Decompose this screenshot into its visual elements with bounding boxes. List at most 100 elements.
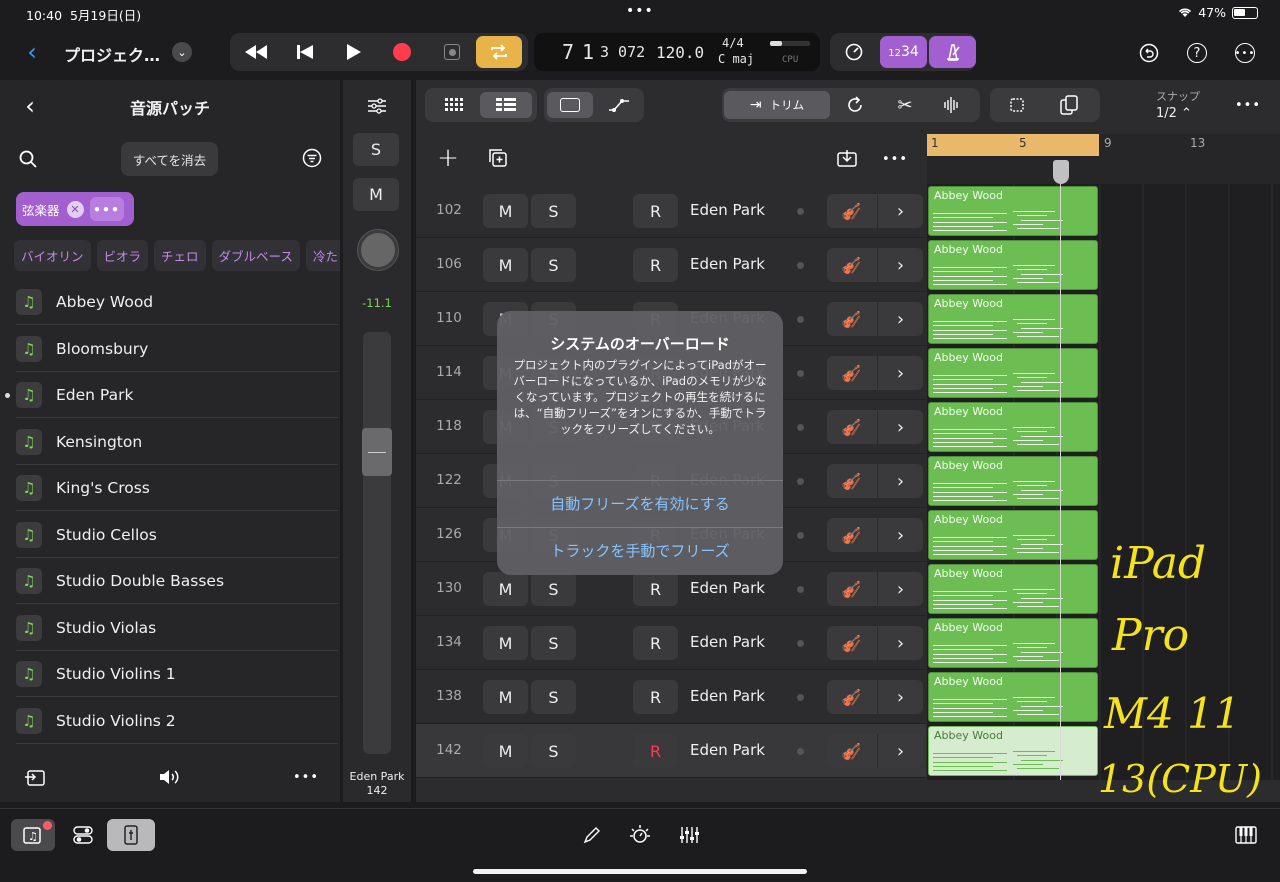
- midi-region[interactable]: Abbey Wood: [928, 456, 1098, 506]
- trim-tool-button[interactable]: ⇥ トリム: [724, 91, 830, 119]
- track-solo-button[interactable]: S: [531, 194, 576, 228]
- browser-more-icon[interactable]: •••: [292, 764, 320, 790]
- track-mute-button[interactable]: M: [483, 194, 528, 228]
- rewind-icon[interactable]: [240, 36, 272, 68]
- gauge-icon[interactable]: [838, 36, 870, 68]
- track-row[interactable]: 106 M S R Eden Park 🎻 ›: [416, 238, 926, 292]
- metronome-icon[interactable]: [929, 36, 976, 68]
- timeline-ruler[interactable]: 1 5 9 13: [927, 134, 1280, 184]
- track-detail-chevron-icon[interactable]: ›: [877, 194, 923, 228]
- track-detail-chevron-icon[interactable]: ›: [877, 302, 923, 336]
- inspector-icon[interactable]: [107, 819, 155, 851]
- category-double-bass[interactable]: ダブルベース: [211, 240, 300, 271]
- select-tool-icon[interactable]: [1000, 92, 1034, 118]
- track-record-enable-button[interactable]: R: [633, 626, 678, 660]
- cycle-icon[interactable]: [476, 36, 522, 68]
- region-mode-icon[interactable]: [547, 92, 593, 118]
- tracks-view-icon[interactable]: [480, 92, 532, 118]
- capture-record-icon[interactable]: [436, 36, 468, 68]
- track-instrument[interactable]: 🎻 ›: [827, 464, 923, 498]
- patch-item[interactable]: ♫ Kensington: [16, 419, 338, 465]
- clear-all-button[interactable]: すべてを消去: [121, 142, 218, 176]
- search-icon[interactable]: [16, 147, 40, 171]
- category-cold[interactable]: 冷た: [305, 240, 340, 271]
- pencil-icon[interactable]: [580, 823, 604, 847]
- track-mute-button[interactable]: M: [483, 680, 528, 714]
- track-detail-chevron-icon[interactable]: ›: [877, 734, 923, 768]
- patch-item[interactable]: ♫ King's Cross: [16, 465, 338, 511]
- cycle-range[interactable]: [927, 134, 1099, 156]
- mixer-icon[interactable]: [676, 823, 702, 847]
- category-cello[interactable]: チェロ: [154, 240, 206, 271]
- track-row[interactable]: 134 M S R Eden Park 🎻 ›: [416, 616, 926, 670]
- track-mute-button[interactable]: M: [483, 734, 528, 768]
- track-solo-button[interactable]: S: [531, 680, 576, 714]
- track-instrument[interactable]: 🎻 ›: [827, 356, 923, 390]
- patch-item-selected[interactable]: ♫ Eden Park: [16, 372, 338, 418]
- duplicate-track-icon[interactable]: [486, 146, 510, 170]
- editor-more-icon[interactable]: •••: [1234, 94, 1262, 116]
- track-instrument[interactable]: 🎻 ›: [827, 572, 923, 606]
- track-detail-chevron-icon[interactable]: ›: [877, 626, 923, 660]
- playhead-handle[interactable]: [1053, 160, 1069, 184]
- midi-region[interactable]: Abbey Wood: [928, 186, 1098, 236]
- volume-fader-handle[interactable]: [362, 428, 392, 476]
- midi-region[interactable]: Abbey Wood: [928, 348, 1098, 398]
- go-to-beginning-icon[interactable]: [289, 36, 321, 68]
- track-instrument[interactable]: 🎻 ›: [827, 626, 923, 660]
- smart-controls-icon[interactable]: [627, 823, 653, 847]
- track-detail-chevron-icon[interactable]: ›: [877, 410, 923, 444]
- track-mute-button[interactable]: M: [483, 572, 528, 606]
- midi-region[interactable]: Abbey Wood: [928, 510, 1098, 560]
- help-icon[interactable]: ?: [1184, 40, 1210, 66]
- track-instrument[interactable]: 🎻 ›: [827, 734, 923, 768]
- manual-freeze-button[interactable]: トラックを手動でフリーズ: [497, 527, 783, 573]
- track-detail-chevron-icon[interactable]: ›: [877, 680, 923, 714]
- patch-item[interactable]: ♫ Abbey Wood: [16, 279, 338, 325]
- patch-item[interactable]: ♫ Studio Double Basses: [16, 558, 338, 604]
- track-list-more-icon[interactable]: •••: [881, 148, 909, 170]
- track-row[interactable]: 138 M S R Eden Park 🎻 ›: [416, 670, 926, 724]
- speaker-icon[interactable]: [156, 764, 184, 790]
- record-icon[interactable]: [386, 36, 418, 68]
- track-mute-button[interactable]: M: [483, 248, 528, 282]
- track-instrument[interactable]: 🎻 ›: [827, 194, 923, 228]
- track-mute-button[interactable]: M: [483, 626, 528, 660]
- automation-mode-icon[interactable]: [596, 92, 642, 118]
- filter-icon[interactable]: [300, 146, 324, 170]
- patch-item[interactable]: ♫ Studio Violas: [16, 605, 338, 651]
- track-detail-chevron-icon[interactable]: ›: [877, 572, 923, 606]
- track-record-enable-button[interactable]: R: [633, 680, 678, 714]
- track-record-enable-button[interactable]: R: [633, 572, 678, 606]
- download-icon[interactable]: [834, 146, 860, 170]
- play-icon[interactable]: [338, 36, 370, 68]
- home-indicator[interactable]: [473, 869, 807, 874]
- strip-mute-button[interactable]: M: [353, 178, 399, 211]
- track-record-enable-button[interactable]: R: [633, 194, 678, 228]
- snap-value[interactable]: 1/2 ⌃: [1156, 106, 1192, 121]
- volume-fader-track[interactable]: [363, 332, 391, 754]
- track-instrument[interactable]: 🎻 ›: [827, 302, 923, 336]
- copy-icon[interactable]: [1052, 92, 1086, 118]
- back-icon[interactable]: ‹: [20, 38, 44, 66]
- import-icon[interactable]: [22, 764, 48, 790]
- project-name[interactable]: プロジェク…: [64, 42, 160, 66]
- add-track-icon[interactable]: +: [436, 143, 460, 173]
- midi-region[interactable]: Abbey Wood: [928, 672, 1098, 722]
- strip-solo-button[interactable]: S: [353, 133, 399, 166]
- grid-view-icon[interactable]: [429, 92, 481, 118]
- midi-region[interactable]: Abbey Wood: [928, 726, 1098, 776]
- patch-item[interactable]: ♫ Bloomsbury: [16, 326, 338, 372]
- track-instrument[interactable]: 🎻 ›: [827, 680, 923, 714]
- track-instrument[interactable]: 🎻 ›: [827, 518, 923, 552]
- lcd-display[interactable]: 7 1 3 072 120.0 4/4 C maj CPU: [534, 33, 820, 71]
- keyboard-icon[interactable]: [1233, 823, 1259, 847]
- more-options-icon[interactable]: •••: [1232, 40, 1258, 66]
- track-solo-button[interactable]: S: [531, 734, 576, 768]
- track-detail-chevron-icon[interactable]: ›: [877, 248, 923, 282]
- toggles-icon[interactable]: [66, 819, 100, 851]
- track-row[interactable]: 142 M S R Eden Park 🎻 ›: [416, 724, 926, 778]
- track-instrument[interactable]: 🎻 ›: [827, 248, 923, 282]
- patch-item[interactable]: ♫ Studio Cellos: [16, 512, 338, 558]
- midi-region[interactable]: Abbey Wood: [928, 564, 1098, 614]
